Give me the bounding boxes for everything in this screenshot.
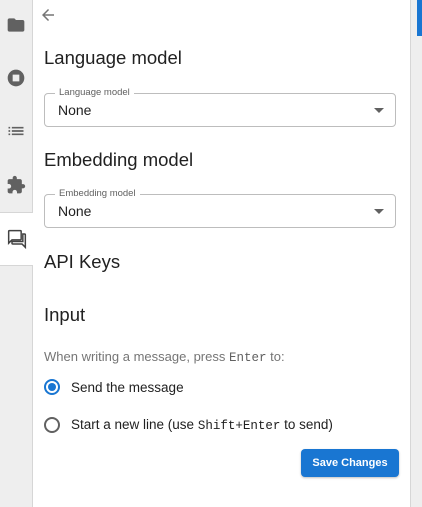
- new-line-suffix: to send): [284, 417, 333, 432]
- chat-icon: [7, 229, 26, 249]
- extensions-tab[interactable]: [0, 161, 32, 209]
- language-model-heading: Language model: [44, 47, 182, 68]
- new-line-key: Shift+Enter: [197, 419, 281, 433]
- new-line-prefix: Start a new line (use: [71, 417, 195, 432]
- embedding-model-select[interactable]: Embedding model None: [44, 188, 396, 228]
- radio-send-message[interactable]: [44, 379, 60, 395]
- hint-prefix: When writing a message, press: [44, 349, 226, 364]
- activity-bar: [0, 0, 33, 507]
- send-message-option[interactable]: Send the message: [44, 379, 184, 395]
- caret-down-icon: [374, 209, 384, 214]
- embedding-model-value: None: [58, 203, 92, 219]
- embedding-model-heading: Embedding model: [44, 149, 194, 170]
- chat-settings-panel: Language model Language model None Embed…: [33, 0, 409, 507]
- radio-new-line[interactable]: [44, 417, 60, 433]
- send-message-label: Send the message: [71, 379, 184, 395]
- language-model-value: None: [58, 102, 92, 118]
- chat-tab[interactable]: [0, 212, 33, 266]
- running-kernels-tab[interactable]: [0, 54, 32, 102]
- send-hint-text: When writing a message, press Enter to:: [44, 349, 285, 365]
- file-browser-tab[interactable]: [0, 1, 32, 49]
- back-button[interactable]: [39, 6, 57, 24]
- new-line-option[interactable]: Start a new line (use Shift+Enter to sen…: [44, 417, 333, 433]
- caret-down-icon: [374, 108, 384, 113]
- stop-circle-icon: [7, 69, 25, 87]
- save-changes-button[interactable]: Save Changes: [301, 449, 399, 477]
- hint-key: Enter: [228, 351, 267, 365]
- puzzle-icon: [7, 175, 26, 194]
- embedding-model-field-label: Embedding model: [55, 188, 140, 199]
- language-model-field-label: Language model: [55, 87, 134, 98]
- api-keys-heading: API Keys: [44, 251, 121, 272]
- hint-suffix: to:: [270, 349, 285, 364]
- right-sidebar-edge: [410, 0, 422, 507]
- folder-icon: [7, 18, 25, 32]
- language-model-select[interactable]: Language model None: [44, 87, 396, 127]
- input-heading: Input: [44, 304, 86, 325]
- right-sidebar-accent: [417, 0, 422, 36]
- list-icon: [8, 126, 24, 136]
- new-line-label: Start a new line (use Shift+Enter to sen…: [71, 417, 333, 433]
- table-of-contents-tab[interactable]: [0, 107, 32, 155]
- arrow-left-icon: [42, 9, 54, 21]
